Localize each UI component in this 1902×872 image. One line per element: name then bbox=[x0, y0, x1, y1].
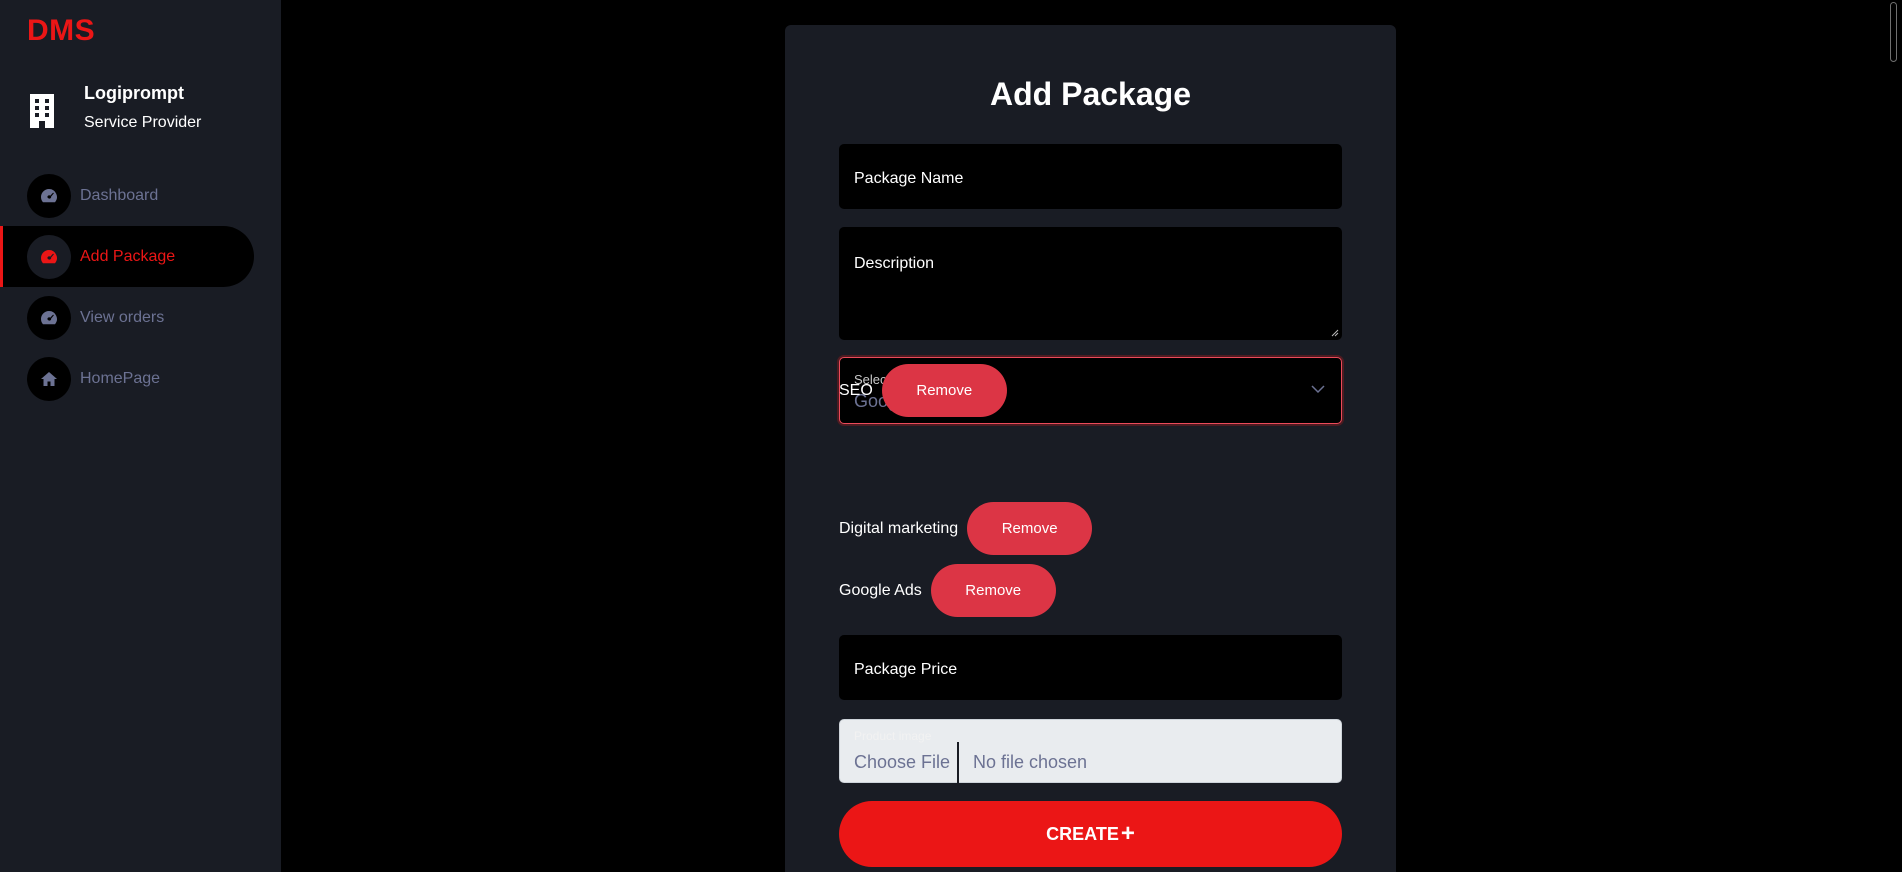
package-price-input[interactable]: Package Price bbox=[839, 635, 1342, 700]
choose-file-button[interactable]: Choose File bbox=[840, 742, 959, 784]
product-image-file-input[interactable]: Product image Choose File No file chosen bbox=[839, 719, 1342, 784]
remove-google-ads-button[interactable]: Remove bbox=[930, 564, 1056, 617]
sidebar-item-label: Dashboard bbox=[80, 186, 159, 204]
building-icon bbox=[30, 94, 54, 128]
sidebar-item-view-orders[interactable]: View orders bbox=[0, 287, 254, 348]
package-name-placeholder: Package Name bbox=[854, 170, 964, 187]
sidebar-nav: Dashboard Add Package View orders HomePa… bbox=[0, 165, 281, 409]
sidebar-item-homepage[interactable]: HomePage bbox=[0, 348, 254, 409]
package-price-placeholder: Package Price bbox=[854, 661, 958, 678]
sidebar-item-add-package[interactable]: Add Package bbox=[0, 226, 254, 287]
create-button[interactable]: CREATE + bbox=[839, 801, 1342, 867]
description-placeholder: Description bbox=[854, 255, 935, 272]
sidebar-item-label: View orders bbox=[80, 308, 165, 326]
profile-name: Logiprompt bbox=[84, 83, 184, 103]
scrollbar-thumb[interactable] bbox=[1890, 2, 1897, 62]
sidebar-item-label: HomePage bbox=[80, 369, 161, 387]
description-textarea[interactable]: Description bbox=[839, 227, 1342, 340]
sidebar: DMS Logiprompt Service Provider Dashboar… bbox=[0, 0, 281, 872]
plus-icon: + bbox=[1120, 820, 1135, 847]
sidebar-item-label: Add Package bbox=[80, 247, 176, 265]
service-name: Google Ads bbox=[839, 581, 922, 599]
service-name: Digital marketing bbox=[839, 519, 959, 537]
add-package-card: Add Package Package Name Description Sel… bbox=[785, 25, 1396, 872]
remove-digital-marketing-button[interactable]: Remove bbox=[967, 502, 1093, 555]
page-title: Add Package bbox=[990, 76, 1191, 112]
sidebar-item-dashboard[interactable]: Dashboard bbox=[0, 165, 254, 226]
chevron-down-icon bbox=[1311, 385, 1325, 394]
service-item-google-ads: Google Ads Remove bbox=[839, 564, 1056, 617]
page-scrollbar[interactable] bbox=[1885, 0, 1902, 872]
gauge-icon bbox=[27, 173, 71, 218]
package-name-input[interactable]: Package Name bbox=[839, 144, 1342, 209]
create-label: CREATE bbox=[1046, 823, 1119, 844]
service-item-digital-marketing: Digital marketing Remove bbox=[839, 502, 1093, 555]
remove-seo-button[interactable]: Remove bbox=[881, 364, 1007, 417]
gauge-icon bbox=[27, 295, 71, 340]
file-status: No file chosen bbox=[973, 752, 1088, 772]
home-icon bbox=[27, 356, 71, 401]
product-image-label: Product image bbox=[854, 729, 932, 743]
gauge-icon bbox=[27, 234, 71, 279]
app-logo[interactable]: DMS bbox=[27, 14, 95, 48]
user-profile: Logiprompt Service Provider bbox=[27, 84, 201, 132]
resize-handle-icon[interactable] bbox=[1329, 327, 1339, 337]
service-name: SEO bbox=[839, 381, 873, 399]
profile-role: Service Provider bbox=[84, 114, 202, 131]
service-item-seo: SEO Remove bbox=[839, 364, 1007, 417]
